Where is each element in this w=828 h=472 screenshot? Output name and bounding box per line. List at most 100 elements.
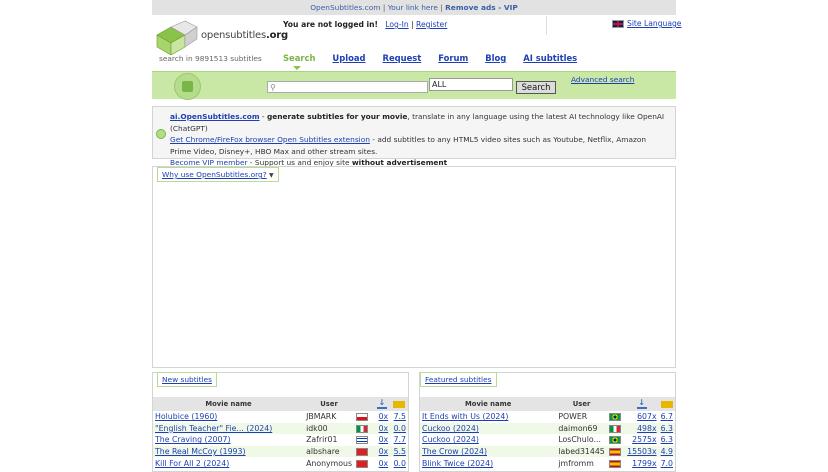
your-link-here-link[interactable]: Your link here [388,3,438,12]
nav-ai-subtitles[interactable]: AI subtitles [523,53,577,63]
search-input[interactable]: ⚲ [267,81,428,93]
site-language-link[interactable]: Site Language [627,19,681,28]
user-name: jmfromm [558,458,594,468]
download-count[interactable]: 15503x [624,445,659,458]
brazil-flag-icon [608,436,621,445]
movie-link[interactable]: Cuckoo (2024) [420,434,556,446]
movie-link[interactable]: Blink Twice (2024) [420,457,556,469]
download-count[interactable]: 1799x [625,457,659,469]
user-name: albshare [304,445,355,458]
albania-flag-icon [356,448,369,457]
login-status: You are not logged in! Log-In | Register [283,20,448,29]
table-row[interactable]: Cuckoo (2024) LosChulo... 2575x 6.3 [420,434,675,446]
login-link[interactable]: Log-In [385,20,408,29]
israel-flag-icon [356,436,369,445]
movie-link[interactable]: The Real McCoy (1993) [153,445,305,458]
browser-extension-link[interactable]: Get Chrome/FireFox browser Open Subtitle… [170,135,370,144]
subtitle-count: search in 9891513 subtitles [159,54,262,63]
featured-subtitles-link[interactable]: Featured subtitles [425,375,492,384]
info-icon [156,129,166,139]
rating[interactable]: 6.3 [659,434,675,446]
rating[interactable]: 6.7 [659,411,675,423]
user-name: daimon69 [556,422,607,435]
language-select[interactable]: ALL [429,78,513,91]
new-subtitles-table: Movie name User ↓ Holubice (1960) JBMARK… [153,397,408,469]
nav-blog[interactable]: Blog [485,53,506,63]
nav-request[interactable]: Request [383,53,422,63]
user-name: labed31445 [556,445,607,458]
table-row[interactable]: "English Teacher" Fie... (2024) idk00 0x… [153,422,408,435]
download-count[interactable]: 2575x [625,434,659,446]
nav-search[interactable]: Search [283,53,315,63]
imdb-rating-icon [393,400,406,408]
top-bar: OpenSubtitles.com | Your link here | Rem… [152,0,676,15]
folder-icon [174,73,201,100]
movie-link[interactable]: Holubice (1960) [153,411,304,423]
movie-name-header[interactable]: Movie name [420,397,557,411]
user-name: idk00 [304,422,355,435]
movie-link[interactable]: It Ends with Us (2024) [420,411,556,423]
movie-name-header[interactable]: Movie name [153,397,305,411]
rating[interactable]: 0.0 [390,457,408,469]
download-count[interactable]: 0x [373,422,391,435]
rating[interactable]: 7.7 [390,434,408,446]
table-row[interactable]: Blink Twice (2024) jmfromm 1799x 7.0 [420,457,675,469]
italy-flag-icon [356,424,369,433]
table-row[interactable]: The Craving (2007) Zafrir01 0x 7.7 [153,434,408,446]
movie-link[interactable]: Cuckoo (2024) [420,422,557,435]
download-count[interactable]: 0x [374,411,391,423]
opensubtitles-com-link[interactable]: OpenSubtitles.com [310,3,380,12]
active-tab-caret-icon [293,66,301,70]
featured-subtitles-panel: Movie name User ↓ It Ends with Us (2024)… [419,372,676,472]
table-row[interactable]: The Real McCoy (1993) albshare 0x 5.5 [153,445,408,458]
featured-subtitles-legend[interactable]: Featured subtitles [420,372,497,387]
movie-link[interactable]: The Craving (2007) [153,434,304,446]
rating[interactable]: 6.3 [658,422,675,435]
download-count[interactable]: 0x [373,445,391,458]
remove-ads-vip-link[interactable]: Remove ads - VIP [445,3,518,12]
logo-text: opensubtitles.org [201,30,288,41]
download-icon: ↓ [376,398,387,409]
advanced-search-link[interactable]: Advanced search [571,75,634,84]
header-divider [546,16,547,35]
rating[interactable]: 0.0 [390,422,408,435]
promo-box: ai.OpenSubtitles.com - generate subtitle… [152,106,676,167]
why-use-link[interactable]: Why use OpenSubtitles.org? [162,170,267,179]
user-header[interactable]: User [556,397,607,411]
download-icon: ↓ [636,398,647,409]
albania-flag-icon [356,459,369,468]
download-count[interactable]: 607x [625,411,659,423]
why-use-panel [152,166,676,368]
new-subtitles-legend[interactable]: New subtitles [157,372,217,387]
why-use-toggle[interactable]: Why use OpenSubtitles.org? ▼ [157,167,279,182]
new-subtitles-link[interactable]: New subtitles [162,375,212,384]
rating[interactable]: 7.0 [659,457,675,469]
dropdown-arrow-icon: ▼ [269,172,274,179]
imdb-rating-icon [660,400,673,408]
site-language[interactable]: Site Language [612,19,681,28]
table-row[interactable]: The Crow (2024) labed31445 15503x 4.9 [420,445,675,458]
user-header[interactable]: User [304,397,355,411]
user-name: Zafrir01 [306,435,338,445]
download-count[interactable]: 0x [374,457,391,469]
rating[interactable]: 4.9 [658,445,675,458]
register-link[interactable]: Register [416,20,447,29]
search-button[interactable]: Search [516,81,556,94]
movie-link[interactable]: "English Teacher" Fie... (2024) [153,422,305,435]
nav-upload[interactable]: Upload [332,53,365,63]
movie-link[interactable]: The Crow (2024) [420,445,557,458]
rating[interactable]: 7.5 [390,411,408,423]
ai-opensubtitles-link[interactable]: ai.OpenSubtitles.com [170,112,260,121]
download-count[interactable]: 498x [624,422,659,435]
italy-flag-icon [608,424,621,433]
download-count[interactable]: 0x [374,434,391,446]
rating[interactable]: 5.5 [390,445,408,458]
magnifier-icon: ⚲ [270,83,276,92]
table-row[interactable]: Holubice (1960) JBMARK 0x 7.5 [153,411,408,423]
table-row[interactable]: Cuckoo (2024) daimon69 498x 6.3 [420,422,675,435]
movie-link[interactable]: Kill For All 2 (2024) [153,457,304,469]
table-row[interactable]: It Ends with Us (2024) POWER 607x 6.7 [420,411,675,423]
nav-forum[interactable]: Forum [438,53,468,63]
spain-flag-icon [608,448,621,457]
table-row[interactable]: Kill For All 2 (2024) Anonymous 0x 0.0 [153,457,408,469]
